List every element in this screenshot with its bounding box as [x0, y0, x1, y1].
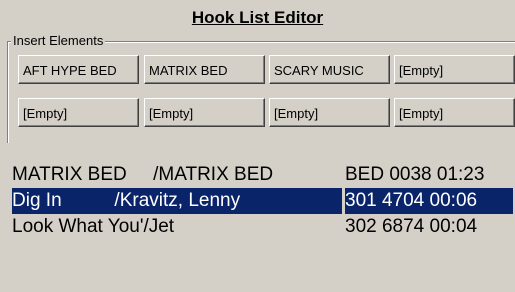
hook-list-row[interactable]: Look What You'/Jet 302 6874 00:04 — [10, 214, 515, 240]
row-title-artist: MATRIX BED /MATRIX BED — [12, 164, 274, 185]
insert-slot-6[interactable]: [Empty] — [144, 98, 265, 127]
hook-list[interactable]: MATRIX BED /MATRIX BED BED 0038 01:23 Di… — [10, 162, 515, 282]
row-info: BED 0038 01:23 — [345, 164, 485, 185]
insert-elements-label: Insert Elements — [11, 33, 106, 48]
row-info: 302 6874 00:04 — [345, 216, 478, 237]
row-title-artist: Dig In /Kravitz, Lenny — [12, 188, 342, 214]
hook-list-row[interactable]: MATRIX BED /MATRIX BED BED 0038 01:23 — [10, 162, 515, 188]
insert-slot-1[interactable]: AFT HYPE BED — [18, 55, 139, 84]
page-title: Hook List Editor — [191, 8, 324, 27]
insert-slot-5[interactable]: [Empty] — [18, 98, 139, 127]
insert-slot-2[interactable]: MATRIX BED — [144, 55, 265, 84]
insert-slot-7[interactable]: [Empty] — [269, 98, 390, 127]
hook-list-row-selected[interactable]: Dig In /Kravitz, Lenny 301 4704 00:06 — [10, 188, 515, 214]
insert-slot-8[interactable]: [Empty] — [394, 98, 515, 127]
insert-slot-4[interactable]: [Empty] — [394, 55, 515, 84]
row-title-artist: Look What You'/Jet — [12, 216, 175, 237]
insert-slot-3[interactable]: SCARY MUSIC — [269, 55, 390, 84]
row-info: 301 4704 00:06 — [345, 188, 513, 214]
